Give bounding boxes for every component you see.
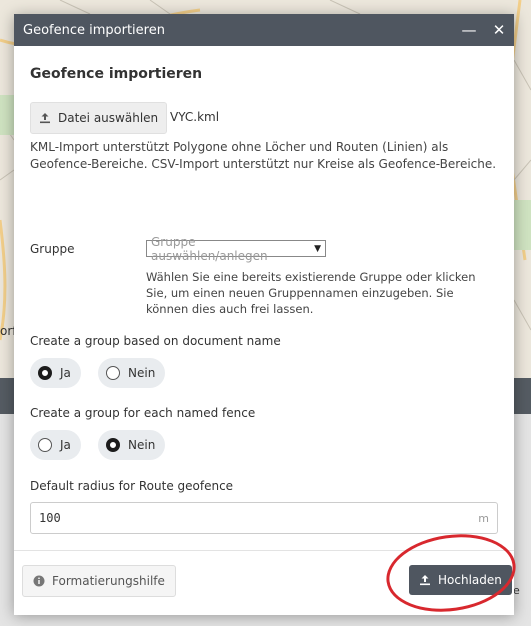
doc-group-yes-radio[interactable]: Ja	[30, 358, 81, 388]
import-geofence-dialog: Geofence importieren — ✕ Geofence import…	[14, 14, 514, 615]
group-select[interactable]: Gruppe auswählen/anlegen ▼	[146, 235, 326, 263]
group-help-text: Wählen Sie eine bereits existierende Gru…	[146, 270, 476, 316]
doc-group-no-label: Nein	[128, 366, 156, 380]
dialog-heading: Geofence importieren	[30, 66, 203, 82]
fence-group-label: Create a group for each named fence	[30, 406, 256, 420]
radio-checked-icon	[38, 366, 52, 380]
background-edge-text: e	[513, 584, 520, 597]
formatting-help-button[interactable]: Formatierungshilfe	[22, 565, 176, 597]
upload-button[interactable]: Hochladen	[409, 565, 512, 595]
fence-group-no-label: Nein	[128, 438, 156, 452]
group-select-placeholder: Gruppe auswählen/anlegen	[151, 234, 268, 263]
upload-icon	[420, 575, 430, 586]
doc-group-no-radio[interactable]: Nein	[98, 358, 166, 388]
radius-value: 100	[39, 511, 61, 525]
import-info-text: KML-Import unterstützt Polygone ohne Löc…	[30, 140, 497, 171]
radio-unchecked-icon	[38, 438, 52, 452]
doc-group-label: Create a group based on document name	[30, 334, 281, 348]
choose-file-label: Datei auswählen	[58, 111, 159, 125]
formatting-help-label: Formatierungshilfe	[52, 574, 165, 588]
radio-unchecked-icon	[106, 366, 120, 380]
fence-group-no-radio[interactable]: Nein	[98, 430, 166, 460]
upload-icon	[40, 113, 50, 124]
doc-group-yes-label: Ja	[60, 366, 71, 380]
radio-checked-icon	[106, 438, 120, 452]
radius-label: Default radius for Route geofence	[30, 479, 234, 493]
fence-group-yes-label: Ja	[60, 438, 71, 452]
choose-file-button[interactable]: Datei auswählen	[30, 102, 168, 134]
dialog-body: Geofence importieren Datei auswählen VYC…	[14, 46, 514, 550]
chevron-down-icon: ▼	[314, 243, 321, 254]
fence-group-yes-radio[interactable]: Ja	[30, 430, 81, 460]
info-icon	[33, 575, 45, 587]
dialog-title: Geofence importieren	[23, 22, 165, 38]
dialog-footer: Formatierungshilfe Hochladen	[14, 550, 514, 615]
selected-file-name: VYC.kml	[170, 110, 220, 124]
dialog-header: Geofence importieren — ✕	[14, 14, 514, 46]
radius-unit: m	[478, 511, 489, 525]
group-label: Gruppe	[30, 242, 75, 256]
radius-input[interactable]: 100 m	[30, 502, 498, 534]
minimize-icon[interactable]: —	[454, 14, 484, 46]
upload-label: Hochladen	[438, 573, 502, 587]
close-icon[interactable]: ✕	[484, 14, 514, 46]
